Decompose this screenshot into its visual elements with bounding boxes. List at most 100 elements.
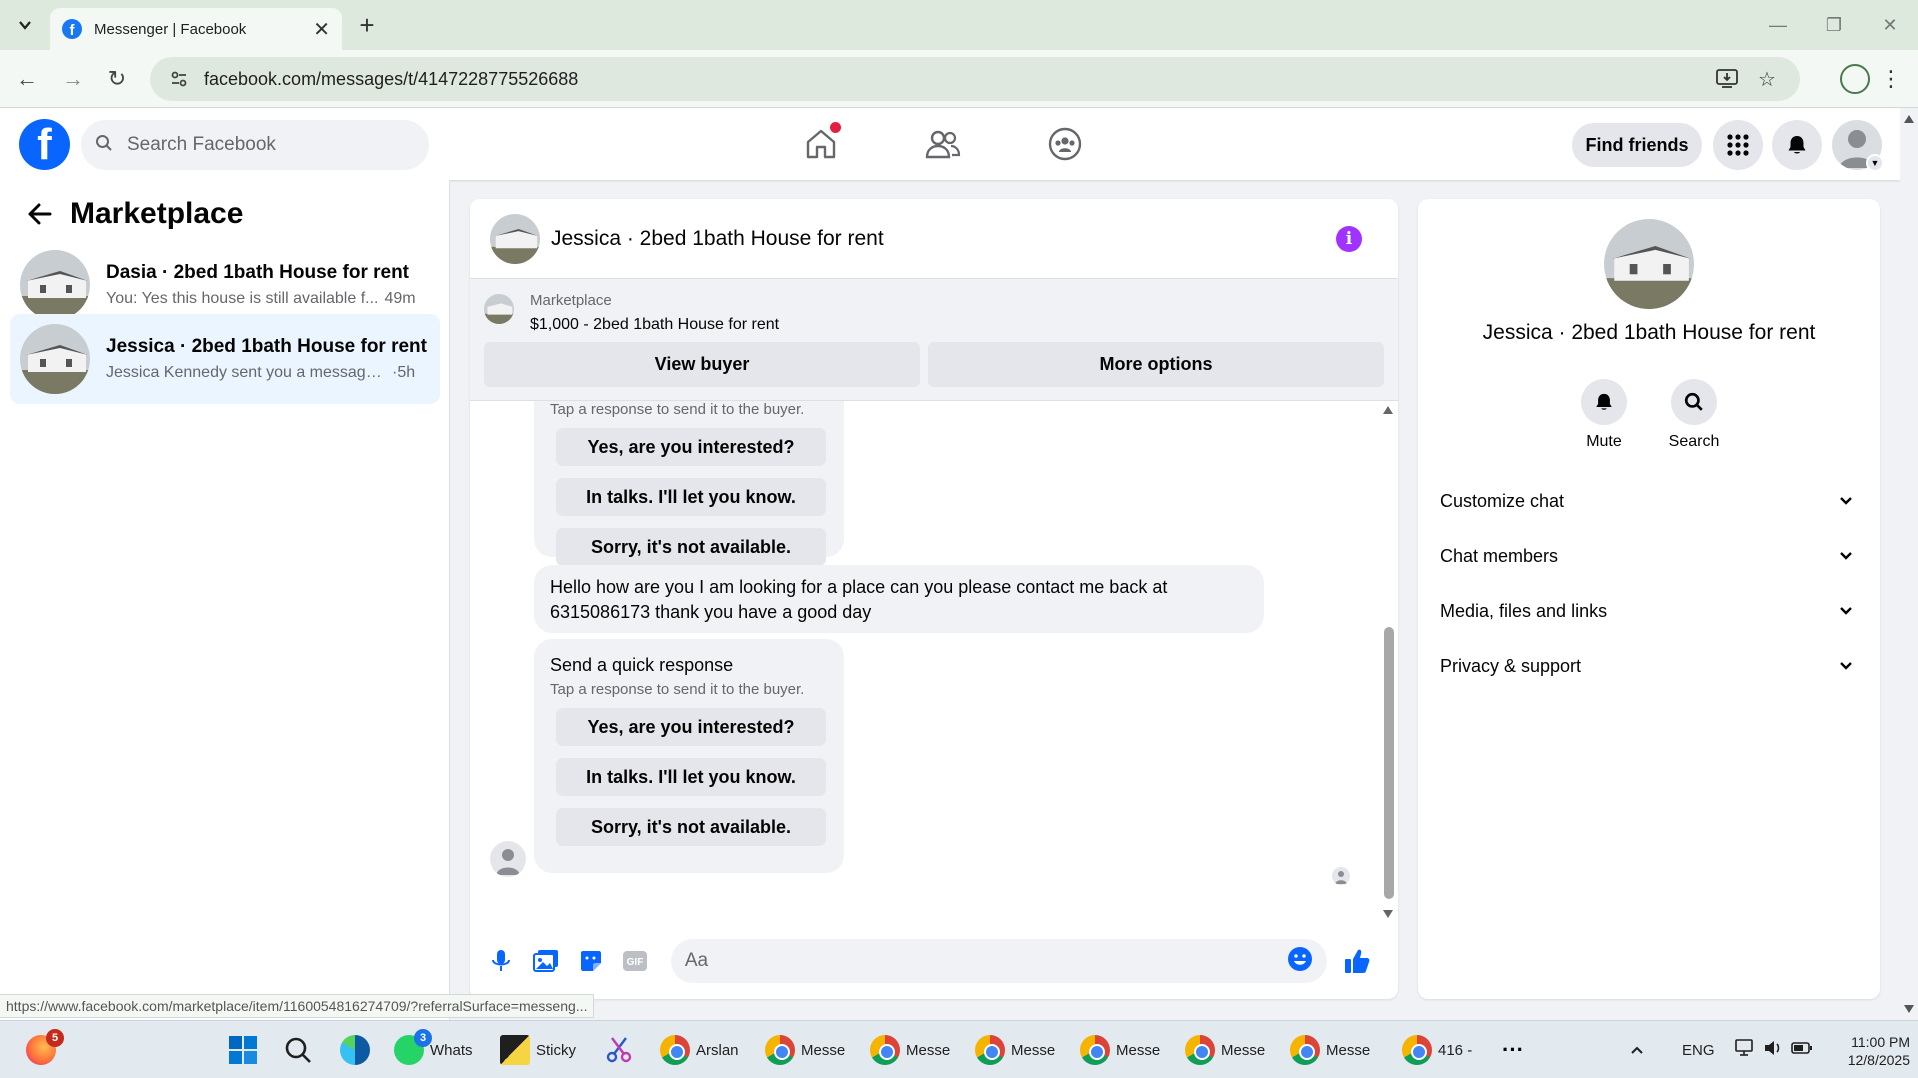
photo-icon[interactable] [529,943,564,979]
chrome-icon [1290,1035,1320,1065]
notification-dot [830,122,841,133]
reload-icon[interactable]: ↻ [100,62,134,96]
quick-reply-yes[interactable]: Yes, are you interested? [556,708,826,746]
quick-response-title: Send a quick response [550,655,734,675]
close-tab-icon[interactable]: ✕ [313,17,330,42]
forward-icon[interactable]: → [56,62,90,96]
back-arrow-icon[interactable] [20,194,60,234]
microphone-icon[interactable] [484,943,519,979]
chat-scrollbar-thumb[interactable] [1384,627,1394,899]
account-chevron-down-icon[interactable]: ▼ [1866,154,1884,172]
quick-reply-yes[interactable]: Yes, are you interested? [556,428,826,466]
sidebar-title-row: Marketplace [20,194,243,234]
close-window-icon[interactable]: ✕ [1862,0,1918,50]
sticker-icon[interactable] [573,943,608,979]
volume-icon[interactable] [1763,1039,1783,1061]
install-app-icon[interactable] [1712,64,1742,94]
chrome-icon [1080,1035,1110,1065]
chat-house-thumbnail[interactable] [490,213,540,264]
firefox-icon: 5 [26,1029,64,1065]
browser-profile-icon[interactable] [1840,64,1870,94]
taskbar-chrome-messenger-1[interactable]: Messe [765,1027,845,1073]
quick-reply-in-talks[interactable]: In talks. I'll let you know. [556,758,826,796]
taskbar-edge[interactable] [340,1027,370,1073]
chrome-icon [660,1035,690,1065]
emoji-icon[interactable] [1287,946,1313,977]
bookmark-star-icon[interactable]: ☆ [1752,64,1782,94]
menu-grid-button[interactable] [1713,120,1763,170]
chat-members-row[interactable]: Chat members [1434,531,1864,581]
taskbar-snipping-tool[interactable] [604,1027,634,1073]
info-icon[interactable]: i [1336,225,1362,252]
network-icon[interactable] [1734,1039,1755,1061]
view-buyer-button[interactable]: View buyer [484,342,920,387]
marketplace-sidebar: Marketplace Dasia · 2bed 1bath House for… [0,180,450,1020]
sticky-notes-icon [500,1035,530,1065]
taskbar-chrome-messenger-6[interactable]: Messe [1290,1027,1370,1073]
message-input-box[interactable] [670,939,1328,983]
taskbar-label: Messe [801,1041,846,1059]
chevron-up-icon[interactable] [1630,1042,1644,1059]
taskbar-chrome-416[interactable]: 416 - [1402,1027,1472,1073]
page-scrollbar[interactable] [1900,108,1918,1020]
chrome-icon [870,1035,900,1065]
taskbar-chrome-messenger-2[interactable]: Messe [870,1027,950,1073]
conversation-item-jessica[interactable]: Jessica · 2bed 1bath House for rent Jess… [10,314,440,404]
link-status-url: https://www.facebook.com/marketplace/ite… [0,994,595,1018]
section-label: Chat members [1440,545,1559,566]
facebook-search[interactable] [81,120,429,170]
taskbar-sticky-notes[interactable]: Sticky [500,1027,576,1073]
chat-title[interactable]: Jessica · 2bed 1bath House for rent [551,227,1336,251]
profile-house-thumbnail[interactable] [1604,219,1694,309]
privacy-support-row[interactable]: Privacy & support [1434,641,1864,691]
more-options-button[interactable]: More options [928,342,1384,387]
facebook-logo-icon[interactable]: f [19,119,70,170]
site-settings-icon[interactable] [168,68,190,90]
taskbar-chrome-messenger-3[interactable]: Messe [975,1027,1055,1073]
taskbar-start[interactable] [228,1027,258,1073]
chat-scrollbar[interactable] [1380,401,1396,921]
media-files-links-row[interactable]: Media, files and links [1434,586,1864,636]
find-friends-button[interactable]: Find friends [1572,123,1702,167]
gif-icon[interactable]: GIF [618,943,653,979]
quick-reply-not-available[interactable]: Sorry, it's not available. [556,808,826,846]
customize-chat-row[interactable]: Customize chat [1434,476,1864,526]
mute-label: Mute [1586,433,1622,450]
notifications-button[interactable] [1772,120,1822,170]
window-controls: — ❐ ✕ [1750,0,1918,50]
nav-groups[interactable] [1004,108,1126,180]
marketplace-label: Marketplace [530,292,612,309]
mute-button[interactable]: Mute [1559,379,1649,451]
thumbs-up-icon[interactable] [1339,943,1374,979]
snipping-tool-icon [606,1037,632,1063]
taskbar-more-icon[interactable]: ··· [1502,1027,1524,1073]
taskbar-chrome-messenger-4[interactable]: Messe [1080,1027,1160,1073]
message-input[interactable] [684,950,1288,972]
listing-title[interactable]: $1,000 - 2bed 1bath House for rent [530,316,779,334]
taskbar-whatsapp[interactable]: 3 Whats [394,1027,473,1073]
quick-reply-in-talks[interactable]: In talks. I'll let you know. [556,478,826,516]
message-line-1: Hello how are you I am looking for a pla… [550,577,1168,597]
new-tab-icon[interactable]: + [352,10,382,40]
listing-thumbnail[interactable] [484,294,514,324]
taskbar-clock[interactable]: 11:00 PM 12/8/2025 [1810,1033,1910,1069]
sender-avatar[interactable] [490,841,526,877]
taskbar-firefox[interactable]: 5 [26,1027,64,1073]
restore-icon[interactable]: ❐ [1806,0,1862,50]
facebook-search-input[interactable] [127,134,407,156]
back-icon[interactable]: ← [10,62,44,96]
tab-title: Messenger | Facebook [94,20,247,38]
minimize-icon[interactable]: — [1750,0,1806,50]
tab-search-dropdown-icon[interactable] [8,8,42,42]
quick-reply-not-available[interactable]: Sorry, it's not available. [556,528,826,566]
language-indicator[interactable]: ENG [1682,1042,1715,1059]
taskbar-search[interactable] [284,1027,312,1073]
browser-tab[interactable]: f Messenger | Facebook ✕ [50,8,342,50]
nav-home[interactable] [760,108,882,180]
taskbar-chrome-messenger-5[interactable]: Messe [1185,1027,1265,1073]
url-bar[interactable]: facebook.com/messages/t/4147228775526688… [150,57,1800,101]
browser-menu-icon[interactable]: ⋮ [1876,62,1906,96]
search-in-chat-button[interactable]: Search [1649,379,1739,451]
nav-friends[interactable] [882,108,1004,180]
taskbar-chrome-arslan[interactable]: Arslan [660,1027,739,1073]
